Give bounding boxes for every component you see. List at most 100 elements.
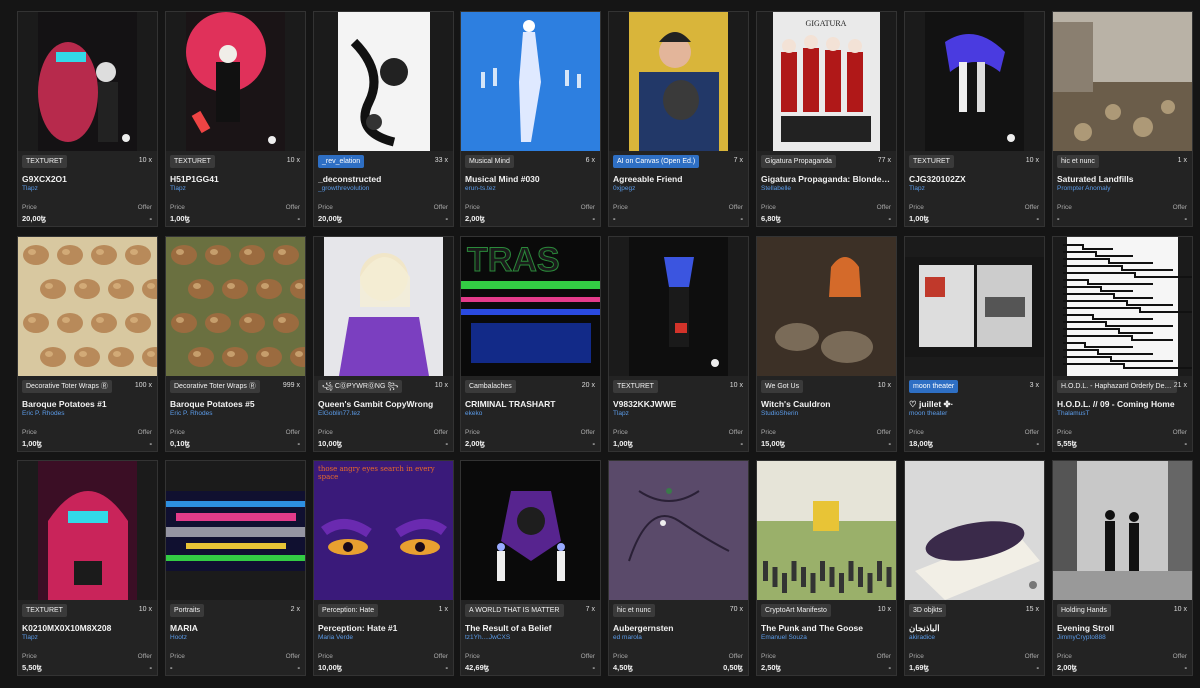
nft-card[interactable]: Portraits 2 x MARIA Hootz Price Offer - … <box>165 460 306 676</box>
artwork-title[interactable]: ♡ juillet ✤· <box>909 399 1040 410</box>
nft-card[interactable]: hic et nunc 70 x Aubergernsten ed marola… <box>608 460 749 676</box>
nft-card[interactable]: Holding Hands 10 x Evening Stroll JimmyC… <box>1052 460 1193 676</box>
nft-card[interactable]: hic et nunc 1 x Saturated Landfills Prom… <box>1052 11 1193 227</box>
artwork-title[interactable]: Agreeable Friend <box>613 174 744 184</box>
collection-badge[interactable]: _rev_elation <box>318 155 365 168</box>
collection-badge[interactable]: Perception: Hate <box>318 604 379 617</box>
artwork-thumbnail[interactable]: GIGATURA <box>757 12 896 151</box>
artwork-title[interactable]: H.O.D.L. // 09 - Coming Home <box>1057 399 1188 409</box>
collection-badge[interactable]: hic et nunc <box>613 604 655 617</box>
artist-link[interactable]: Prompter Anomaly <box>1057 185 1188 192</box>
artist-link[interactable]: Eric P. Rhodes <box>22 410 153 417</box>
artwork-title[interactable]: Evening Stroll <box>1057 623 1188 633</box>
nft-card[interactable]: 3D objkts 15 x الباذنجان akiradice Price… <box>904 460 1045 676</box>
artwork-thumbnail[interactable] <box>461 461 600 600</box>
artist-link[interactable]: StudioSherin <box>761 410 892 417</box>
artwork-thumbnail[interactable] <box>18 12 157 151</box>
nft-card[interactable]: We Got Us 10 x Witch's Cauldron StudioSh… <box>756 236 897 452</box>
collection-badge[interactable]: Portraits <box>170 604 205 617</box>
collection-badge[interactable]: We Got Us <box>761 380 804 393</box>
artwork-title[interactable]: Witch's Cauldron <box>761 399 892 409</box>
artwork-title[interactable]: _deconstructed <box>318 174 449 184</box>
artwork-title[interactable]: Baroque Potatoes #5 <box>170 399 301 409</box>
collection-badge[interactable]: A WORLD THAT IS MATTER <box>465 604 564 617</box>
nft-card[interactable]: TEXTURET 10 x G9XCX2O1 Tlapz Price Offer… <box>17 11 158 227</box>
artwork-title[interactable]: K0210MX0X10M8X208 <box>22 623 153 633</box>
collection-badge[interactable]: ꧁ CⓄPYWRⓄNG ꧂ <box>318 380 403 393</box>
artist-link[interactable]: tz1Yh....JwCXS <box>465 634 596 641</box>
artwork-thumbnail[interactable] <box>905 461 1044 600</box>
artwork-title[interactable]: H51P1GG41 <box>170 174 301 184</box>
nft-card[interactable]: _rev_elation 33 x _deconstructed _growth… <box>313 11 454 227</box>
artwork-thumbnail[interactable] <box>757 237 896 376</box>
nft-card[interactable]: TRAS Cambalaches 20 x CRIMINAL TRASHART … <box>460 236 601 452</box>
artwork-title[interactable]: CRIMINAL TRASHART <box>465 399 596 409</box>
artist-link[interactable]: _growthrevolution <box>318 185 449 192</box>
nft-card[interactable]: Decorative Toter Wraps Ⓡ 100 x Baroque P… <box>17 236 158 452</box>
artist-link[interactable]: ed marola <box>613 634 744 641</box>
collection-badge[interactable]: TEXTURET <box>22 604 67 617</box>
nft-card[interactable]: CryptoArt Manifesto 10 x The Punk and Th… <box>756 460 897 676</box>
nft-card[interactable]: H.O.D.L. - Haphazard Orderly Desultory L… <box>1052 236 1193 452</box>
artwork-thumbnail[interactable] <box>166 12 305 151</box>
artwork-thumbnail[interactable] <box>609 237 748 376</box>
artist-link[interactable]: Tlapz <box>613 410 744 417</box>
artwork-title[interactable]: Perception: Hate #1 <box>318 623 449 633</box>
artwork-title[interactable]: Saturated Landfills <box>1057 174 1188 184</box>
collection-badge[interactable]: Gigatura Propaganda <box>761 155 836 168</box>
artwork-title[interactable]: MARIA <box>170 623 301 633</box>
collection-badge[interactable]: moon theater <box>909 380 959 393</box>
collection-badge[interactable]: H.O.D.L. - Haphazard Orderly Desultory L… <box>1057 380 1177 393</box>
artwork-title[interactable]: The Result of a Belief <box>465 623 596 633</box>
collection-badge[interactable]: TEXTURET <box>613 380 658 393</box>
artwork-thumbnail[interactable] <box>609 461 748 600</box>
nft-card[interactable]: Musical Mind 6 x Musical Mind #030 erun-… <box>460 11 601 227</box>
artist-link[interactable]: Tlapz <box>170 185 301 192</box>
collection-badge[interactable]: Holding Hands <box>1057 604 1111 617</box>
artwork-title[interactable]: Queen's Gambit CopyWrong <box>318 399 449 409</box>
artwork-thumbnail[interactable] <box>609 12 748 151</box>
artwork-title[interactable]: Musical Mind #030 <box>465 174 596 184</box>
artist-link[interactable]: ElGoblin77.tez <box>318 410 449 417</box>
nft-card[interactable]: ꧁ CⓄPYWRⓄNG ꧂ 10 x Queen's Gambit CopyWr… <box>313 236 454 452</box>
nft-card[interactable]: TEXTURET 10 x H51P1GG41 Tlapz Price Offe… <box>165 11 306 227</box>
collection-badge[interactable]: Cambalaches <box>465 380 516 393</box>
artist-link[interactable]: ekeko <box>465 410 596 417</box>
nft-card[interactable]: Decorative Toter Wraps Ⓡ 999 x Baroque P… <box>165 236 306 452</box>
artwork-thumbnail[interactable] <box>18 237 157 376</box>
collection-badge[interactable]: TEXTURET <box>170 155 215 168</box>
artwork-title[interactable]: Aubergernsten <box>613 623 744 633</box>
artwork-thumbnail[interactable]: those angry eyes search in every space <box>314 461 453 600</box>
artwork-thumbnail[interactable] <box>905 237 1044 376</box>
nft-card[interactable]: AI on Canvas (Open Ed.) 7 x Agreeable Fr… <box>608 11 749 227</box>
artist-link[interactable]: Emanuel Souza <box>761 634 892 641</box>
artist-link[interactable]: moon theater <box>909 410 1040 417</box>
artwork-thumbnail[interactable] <box>314 237 453 376</box>
artwork-thumbnail[interactable] <box>314 12 453 151</box>
artwork-thumbnail[interactable] <box>757 461 896 600</box>
collection-badge[interactable]: TEXTURET <box>22 155 67 168</box>
artwork-title[interactable]: G9XCX2O1 <box>22 174 153 184</box>
artwork-title[interactable]: Gigatura Propaganda: Blondes from Hell <box>761 174 892 184</box>
artist-link[interactable]: Tlapz <box>909 185 1040 192</box>
nft-card[interactable]: TEXTURET 10 x CJG320102ZX Tlapz Price Of… <box>904 11 1045 227</box>
nft-card[interactable]: A WORLD THAT IS MATTER 7 x The Result of… <box>460 460 601 676</box>
artwork-title[interactable]: الباذنجان <box>909 623 1040 634</box>
collection-badge[interactable]: AI on Canvas (Open Ed.) <box>613 155 700 168</box>
artwork-thumbnail[interactable] <box>1053 461 1192 600</box>
collection-badge[interactable]: 3D objkts <box>909 604 947 617</box>
nft-card[interactable]: moon theater 3 x ♡ juillet ✤· moon theat… <box>904 236 1045 452</box>
artist-link[interactable]: Eric P. Rhodes <box>170 410 301 417</box>
artwork-title[interactable]: The Punk and The Goose <box>761 623 892 633</box>
artwork-thumbnail[interactable] <box>1053 12 1192 151</box>
collection-badge[interactable]: Musical Mind <box>465 155 514 168</box>
artwork-thumbnail[interactable] <box>18 461 157 600</box>
artwork-title[interactable]: V9832KKJWWE <box>613 399 744 409</box>
artwork-title[interactable]: CJG320102ZX <box>909 174 1040 184</box>
nft-card[interactable]: TEXTURET 10 x K0210MX0X10M8X208 Tlapz Pr… <box>17 460 158 676</box>
artist-link[interactable]: Maria Verde <box>318 634 449 641</box>
artwork-thumbnail[interactable]: TRAS <box>461 237 600 376</box>
artwork-thumbnail[interactable] <box>166 237 305 376</box>
artist-link[interactable]: Tlapz <box>22 185 153 192</box>
artist-link[interactable]: JimmyCrypto888 <box>1057 634 1188 641</box>
